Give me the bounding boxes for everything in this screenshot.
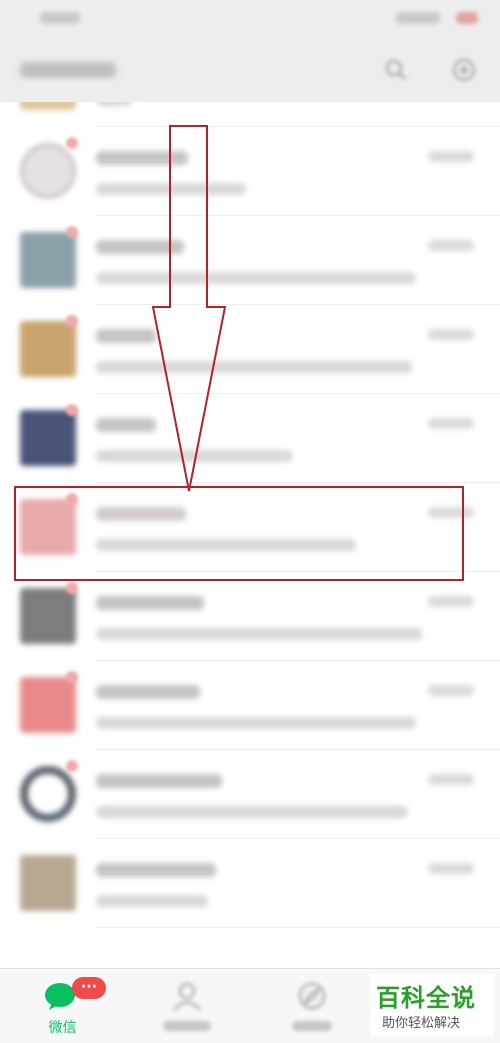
tab-discover[interactable] (250, 969, 375, 1043)
avatar (20, 499, 76, 555)
message-preview (96, 539, 356, 551)
status-bar (0, 0, 500, 38)
message-preview (96, 183, 246, 195)
message-preview (96, 272, 416, 284)
chat-title (96, 418, 156, 432)
tab-label (292, 1021, 332, 1031)
watermark: 百科全说 助你轻松解决 (370, 974, 494, 1036)
message-preview (96, 895, 208, 907)
tab-chats[interactable]: ··· 微信 (0, 969, 125, 1043)
message-time (428, 685, 474, 696)
message-preview (96, 806, 408, 818)
chat-list (0, 102, 500, 968)
message-time (428, 240, 474, 251)
watermark-subtitle: 助你轻松解决 (382, 1016, 461, 1031)
contacts-icon (173, 983, 201, 1011)
chat-list-item[interactable] (0, 572, 500, 661)
discover-icon (299, 983, 325, 1009)
chat-title (96, 329, 156, 343)
tab-label: 微信 (48, 1020, 77, 1036)
chat-title (96, 507, 186, 521)
avatar (20, 232, 76, 288)
avatar (20, 321, 76, 377)
message-time (428, 151, 474, 162)
message-time (428, 507, 474, 518)
message-time (428, 774, 474, 785)
chat-list-item[interactable] (0, 839, 500, 928)
plus-circle-icon[interactable] (452, 58, 476, 82)
chat-list-item[interactable] (0, 750, 500, 839)
chat-list-item[interactable] (0, 102, 500, 127)
tab-contacts[interactable] (125, 969, 250, 1043)
status-time (40, 12, 80, 24)
avatar (20, 588, 76, 644)
message-time (428, 863, 474, 874)
app-header (0, 38, 500, 102)
message-time (428, 418, 474, 429)
highlighted-chat-row[interactable] (0, 483, 500, 572)
unread-dot (66, 315, 78, 327)
chat-list-item[interactable] (0, 661, 500, 750)
message-preview (96, 102, 132, 106)
unread-dot (66, 137, 78, 149)
page-title (20, 62, 116, 78)
message-preview (96, 717, 416, 729)
message-preview (96, 628, 422, 640)
unread-dot (66, 671, 78, 683)
avatar (20, 677, 76, 733)
chat-title (96, 151, 188, 165)
avatar (20, 410, 76, 466)
unread-badge: ··· (72, 977, 106, 999)
unread-dot (66, 493, 78, 505)
message-preview (96, 361, 412, 373)
message-preview (96, 450, 292, 462)
tab-label (163, 1021, 211, 1031)
chat-list-item[interactable] (0, 127, 500, 216)
chat-title (96, 863, 216, 877)
search-icon[interactable] (384, 58, 408, 82)
unread-dot (66, 404, 78, 416)
chat-title (96, 774, 222, 788)
signal-icon (396, 12, 440, 24)
chat-title (96, 596, 204, 610)
unread-dot (66, 226, 78, 238)
avatar (20, 143, 76, 199)
message-time (428, 329, 474, 340)
chat-list-item[interactable] (0, 394, 500, 483)
avatar (20, 766, 76, 822)
chat-title (96, 240, 184, 254)
watermark-title: 百科全说 (376, 984, 476, 1012)
unread-dot (66, 760, 78, 772)
chat-list-item[interactable] (0, 216, 500, 305)
battery-icon (456, 12, 478, 24)
avatar (20, 102, 76, 110)
chat-title (96, 685, 200, 699)
message-time (428, 596, 474, 607)
chat-list-item[interactable] (0, 305, 500, 394)
unread-dot (66, 582, 78, 594)
avatar (20, 855, 76, 911)
